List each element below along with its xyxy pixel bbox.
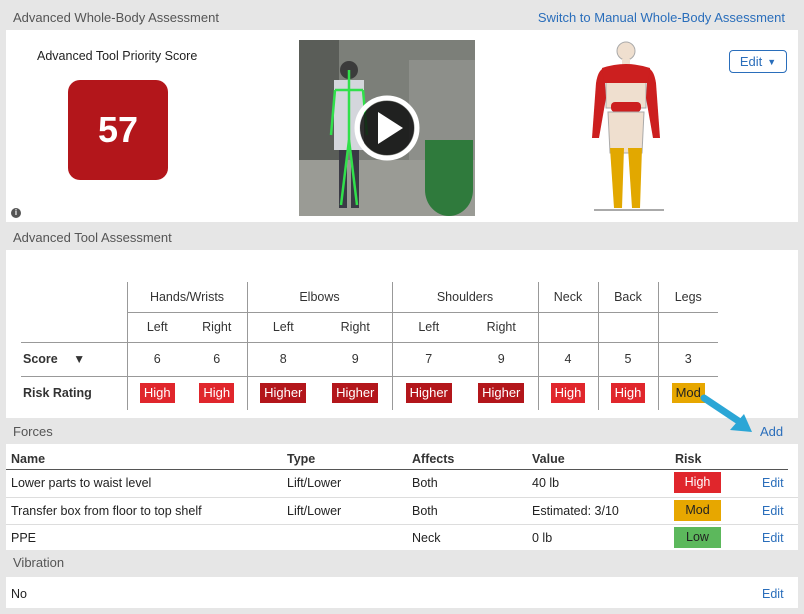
wba-edit-button[interactable]: Edit ▼	[729, 50, 787, 73]
table-row: Transfer box from floor to top shelf Lif…	[6, 497, 798, 523]
vibration-header: Vibration	[6, 550, 798, 575]
risk-rating-label: Risk Rating	[23, 386, 92, 401]
wba-panel: Advanced Tool Priority Score 57 i Edit ▼	[6, 30, 798, 222]
col-value: Value	[532, 452, 565, 466]
force-type: Lift/Lower	[287, 476, 342, 490]
group-hands-wrists: Hands/Wrists	[126, 282, 247, 313]
forces-panel: Name Type Affects Value Risk Lower parts…	[6, 444, 798, 551]
video-thumbnail	[299, 40, 475, 216]
vibration-value: No	[11, 587, 27, 601]
forces-header: Forces	[6, 419, 798, 444]
score-cell: 7	[391, 342, 465, 377]
score-row-header[interactable]: Score ▼	[21, 342, 127, 377]
wba-header: Advanced Whole-Body Assessment Switch to…	[6, 5, 798, 30]
forces-table-header: Name Type Affects Value Risk	[6, 444, 788, 470]
score-cell: 6	[126, 342, 187, 377]
score-cell: 6	[187, 342, 247, 377]
score-cell: 4	[537, 342, 598, 377]
vibration-title: Vibration	[13, 555, 65, 570]
edit-vibration-link[interactable]: Edit	[762, 587, 784, 601]
force-affects: Neck	[412, 531, 441, 545]
ata-title: Advanced Tool Assessment	[13, 230, 172, 245]
caret-down-icon: ▼	[767, 56, 777, 67]
forces-title: Forces	[13, 424, 53, 439]
table-row: PPE Neck 0 lb Low Edit	[6, 524, 798, 550]
force-affects: Both	[412, 504, 438, 518]
force-name: Lower parts to waist level	[11, 476, 152, 490]
ata-header: Advanced Tool Assessment	[6, 225, 798, 250]
edit-force-link[interactable]: Edit	[762, 476, 784, 490]
priority-score-badge: 57	[68, 80, 168, 180]
tool-assessment-table: Hands/Wrists Elbows Shoulders Neck Back …	[21, 282, 718, 410]
force-value: 0 lb	[532, 531, 553, 545]
risk-badge: Higher	[405, 383, 452, 404]
edit-force-link[interactable]: Edit	[762, 504, 784, 518]
group-elbows: Elbows	[246, 282, 392, 313]
ata-panel: Hands/Wrists Elbows Shoulders Neck Back …	[6, 250, 798, 418]
force-value: 40 lb	[532, 476, 560, 490]
side-label: Right	[319, 312, 392, 343]
add-force-link[interactable]: Add	[760, 424, 783, 439]
risk-badge: High	[674, 472, 721, 493]
score-cell: 3	[657, 342, 718, 377]
col-affects: Affects	[412, 452, 455, 466]
force-name: Transfer box from floor to top shelf	[11, 504, 202, 518]
risk-badge: Mod	[674, 500, 721, 521]
arrow-icon	[700, 394, 752, 432]
score-cell: 5	[597, 342, 658, 377]
force-affects: Both	[412, 476, 438, 490]
score-label: Score	[23, 352, 58, 366]
score-cell: 8	[246, 342, 319, 377]
col-risk: Risk	[675, 452, 702, 466]
risk-badge: Higher	[478, 383, 525, 404]
info-icon[interactable]: i	[11, 208, 21, 218]
group-neck: Neck	[537, 282, 598, 313]
risk-badge: Low	[674, 527, 721, 548]
group-shoulders: Shoulders	[391, 282, 538, 313]
priority-score-label: Advanced Tool Priority Score	[37, 49, 198, 63]
risk-badge: High	[139, 383, 175, 404]
side-label: Left	[246, 312, 319, 343]
side-label: Left	[391, 312, 465, 343]
risk-badge: High	[199, 383, 235, 404]
body-map	[592, 41, 664, 211]
sort-down-icon[interactable]: ▼	[73, 352, 85, 366]
score-cell: 9	[465, 342, 538, 377]
risk-badge: Higher	[260, 383, 307, 404]
group-legs: Legs	[657, 282, 718, 313]
vibration-panel: No Edit	[6, 577, 798, 608]
side-label: Right	[465, 312, 538, 343]
force-name: PPE	[11, 531, 37, 545]
col-name: Name	[11, 452, 46, 466]
table-row: Lower parts to waist level Lift/Lower Bo…	[6, 470, 798, 496]
score-cell: 9	[319, 342, 392, 377]
risk-badge: Higher	[332, 383, 379, 404]
switch-manual-link[interactable]: Switch to Manual Whole-Body Assessment	[538, 5, 785, 30]
risk-badge: High	[550, 383, 586, 404]
side-label: Left	[126, 312, 187, 343]
col-type: Type	[287, 452, 316, 466]
force-type: Lift/Lower	[287, 504, 342, 518]
wba-title: Advanced Whole-Body Assessment	[13, 10, 219, 25]
force-value: Estimated: 3/10	[532, 504, 619, 518]
side-label: Right	[187, 312, 247, 343]
risk-badge: High	[610, 383, 646, 404]
edit-label: Edit	[739, 54, 763, 69]
edit-force-link[interactable]: Edit	[762, 531, 784, 545]
group-back: Back	[597, 282, 658, 313]
assessment-video[interactable]	[299, 40, 475, 216]
